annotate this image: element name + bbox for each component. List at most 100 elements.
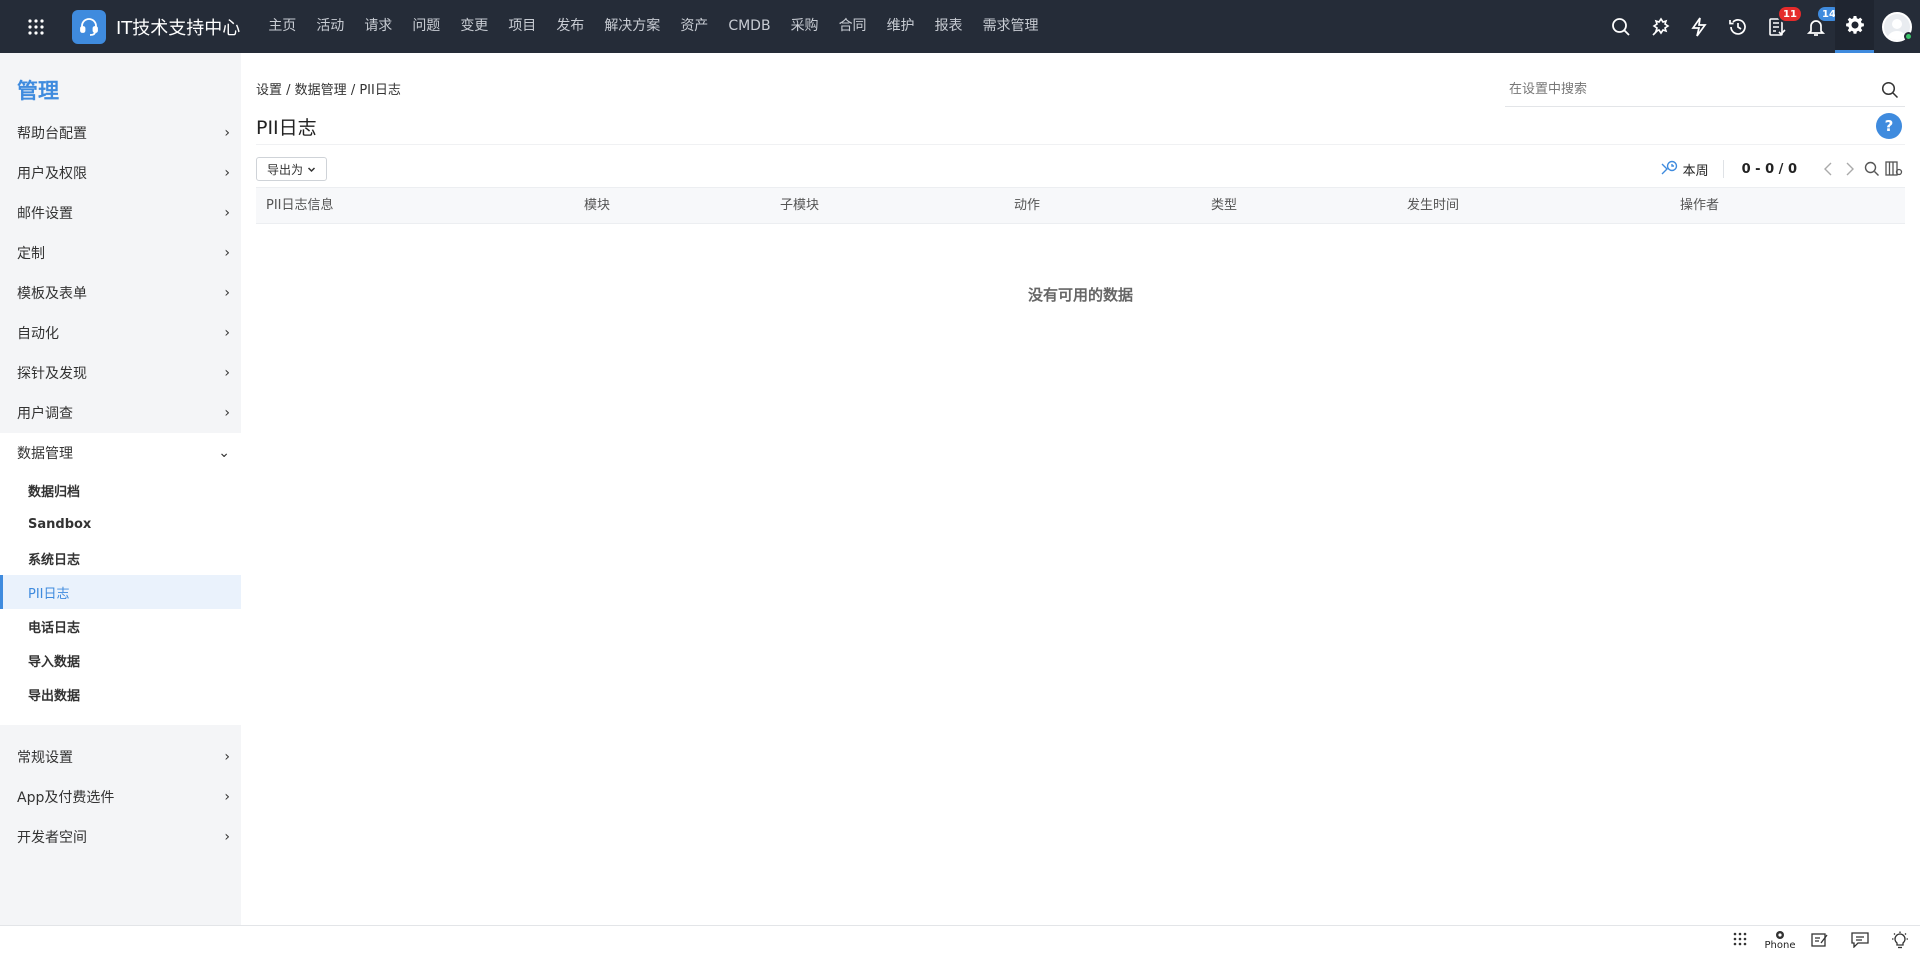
column-header-pii-info[interactable]: PII日志信息: [266, 188, 334, 223]
sidebar-item-label: 自动化: [17, 326, 59, 342]
online-status-dot: [1904, 32, 1913, 41]
sidebar-section-data-management: 数据管理 ⌄ 数据归档 Sandbox 系统日志 PII日志 电话日志 导入数据 …: [0, 433, 241, 725]
sidebar-item-data-management[interactable]: 数据管理 ⌄: [0, 433, 241, 473]
table-toolbar: 本周 0 - 0 / 0: [1659, 156, 1905, 182]
sidebar-item-helpdesk-config[interactable]: 帮助台配置 ›: [0, 113, 241, 153]
chevron-right-icon: ›: [224, 285, 230, 301]
chevron-right-icon: ›: [224, 125, 230, 141]
sidebar-item-developer-space[interactable]: 开发者空间 ›: [0, 817, 241, 857]
sidebar-item-label: App及付费选件: [17, 790, 115, 806]
sidebar-subitem-pii-log[interactable]: PII日志: [0, 575, 241, 609]
column-header-submodule[interactable]: 子模块: [780, 188, 819, 223]
previous-page-icon[interactable]: [1817, 156, 1839, 182]
nav-activities[interactable]: 活动: [306, 0, 354, 53]
apps-grid-icon[interactable]: [0, 0, 72, 53]
sidebar-item-mail-settings[interactable]: 邮件设置 ›: [0, 193, 241, 233]
history-icon[interactable]: [1718, 0, 1757, 53]
app-logo-headset-icon[interactable]: [72, 9, 106, 44]
main-nav: 主页 活动 请求 问题 变更 项目 发布 解决方案 资产 CMDB 采购 合同 …: [258, 0, 1048, 53]
dialpad-icon[interactable]: [1720, 926, 1760, 953]
nav-solutions[interactable]: 解决方案: [594, 0, 670, 53]
period-label: 本周: [1682, 163, 1709, 179]
sidebar-subitem-data-archive[interactable]: 数据归档: [0, 473, 241, 507]
sidebar-item-users-permissions[interactable]: 用户及权限 ›: [0, 153, 241, 193]
next-page-icon[interactable]: [1839, 156, 1861, 182]
settings-search-input[interactable]: [1505, 74, 1875, 105]
empty-state-message: 没有可用的数据: [1027, 286, 1133, 304]
top-navigation-bar: IT技术支持中心 主页 活动 请求 问题 变更 项目 发布 解决方案 资产 CM…: [0, 0, 1920, 53]
user-avatar-button[interactable]: [1874, 0, 1920, 53]
sidebar-subitem-export-data[interactable]: 导出数据: [0, 677, 241, 711]
chevron-right-icon: ›: [224, 365, 230, 381]
chat-icon[interactable]: [1840, 926, 1880, 953]
sidebar-subitem-import-data[interactable]: 导入数据: [0, 643, 241, 677]
nav-assets[interactable]: 资产: [670, 0, 718, 53]
sidebar-item-probes-discovery[interactable]: 探针及发现 ›: [0, 353, 241, 393]
column-header-type[interactable]: 类型: [1211, 188, 1237, 223]
sidebar-item-apps-addons[interactable]: App及付费选件 ›: [0, 777, 241, 817]
nav-releases[interactable]: 发布: [546, 0, 594, 53]
chevron-right-icon: ›: [224, 325, 230, 341]
column-header-occurred-time[interactable]: 发生时间: [1407, 188, 1459, 223]
pagination-count: 0 - 0 / 0: [1741, 161, 1797, 177]
quick-actions-lightning-icon[interactable]: [1679, 0, 1718, 53]
chevron-right-icon: ›: [224, 165, 230, 181]
phone-button[interactable]: Phone: [1760, 926, 1800, 953]
top-right-actions: 11 14: [1601, 0, 1920, 53]
search-icon[interactable]: [1875, 81, 1905, 99]
help-icon[interactable]: ?: [1876, 113, 1902, 139]
column-settings-icon[interactable]: [1883, 156, 1905, 182]
chevron-right-icon: ›: [224, 405, 230, 421]
breadcrumb-data-management[interactable]: 数据管理: [295, 83, 347, 98]
column-header-action[interactable]: 动作: [1014, 188, 1040, 223]
notifications-bell-icon[interactable]: 14: [1796, 0, 1842, 53]
nav-cmdb[interactable]: CMDB: [718, 0, 780, 53]
nav-home[interactable]: 主页: [258, 0, 306, 53]
sidebar-item-label: 数据管理: [17, 446, 73, 462]
table-search-icon[interactable]: [1861, 156, 1883, 182]
app-title[interactable]: IT技术支持中心: [116, 14, 240, 40]
nav-purchase[interactable]: 采购: [781, 0, 829, 53]
sidebar-item-templates-forms[interactable]: 模板及表单 ›: [0, 273, 241, 313]
page-title: PII日志: [256, 117, 317, 139]
sidebar-item-label: 开发者空间: [17, 830, 87, 846]
column-header-operator[interactable]: 操作者: [1680, 188, 1719, 223]
sidebar-item-general-settings[interactable]: 常规设置 ›: [0, 737, 241, 777]
breadcrumb-settings[interactable]: 设置: [256, 83, 282, 98]
sidebar-subitem-sandbox[interactable]: Sandbox: [0, 507, 241, 541]
nav-demand-management[interactable]: 需求管理: [973, 0, 1049, 53]
settings-gear-icon[interactable]: [1835, 0, 1874, 53]
header-divider: [256, 144, 1905, 145]
sidebar-item-customization[interactable]: 定制 ›: [0, 233, 241, 273]
period-filter[interactable]: 本周: [1659, 160, 1724, 179]
nav-maintenance[interactable]: 维护: [877, 0, 925, 53]
sidebar-item-label: 探针及发现: [17, 366, 87, 382]
sidebar-subitem-system-log[interactable]: 系统日志: [0, 541, 241, 575]
breadcrumb-current: PII日志: [359, 83, 401, 98]
quick-create-magic-icon[interactable]: [1640, 0, 1679, 53]
phone-label: Phone: [1764, 940, 1796, 951]
breadcrumb: 设置 / 数据管理 / PII日志: [256, 79, 401, 98]
tasks-checklist-icon[interactable]: 11: [1757, 0, 1803, 53]
global-search-icon[interactable]: [1601, 0, 1640, 53]
table-header: PII日志信息 模块 子模块 动作 类型 发生时间 操作者: [256, 187, 1905, 224]
sidebar-subitem-phone-log[interactable]: 电话日志: [0, 609, 241, 643]
nav-projects[interactable]: 项目: [498, 0, 546, 53]
sidebar-title: 管理: [17, 79, 59, 103]
nav-contracts[interactable]: 合同: [829, 0, 877, 53]
sidebar-item-automation[interactable]: 自动化 ›: [0, 313, 241, 353]
chevron-right-icon: ›: [224, 749, 230, 765]
sidebar-item-label: 常规设置: [17, 750, 73, 766]
nav-reports[interactable]: 报表: [925, 0, 973, 53]
export-as-dropdown[interactable]: 导出为: [256, 157, 328, 181]
sidebar-item-user-survey[interactable]: 用户调查 ›: [0, 393, 241, 433]
chevron-down-icon: ⌄: [218, 445, 230, 461]
nav-requests[interactable]: 请求: [354, 0, 402, 53]
lightbulb-tips-icon[interactable]: [1880, 926, 1920, 953]
notes-edit-icon[interactable]: [1800, 926, 1840, 953]
column-header-module[interactable]: 模块: [584, 188, 610, 223]
calendar-clock-icon: [1661, 160, 1677, 175]
nav-changes[interactable]: 变更: [450, 0, 498, 53]
nav-problems[interactable]: 问题: [402, 0, 450, 53]
